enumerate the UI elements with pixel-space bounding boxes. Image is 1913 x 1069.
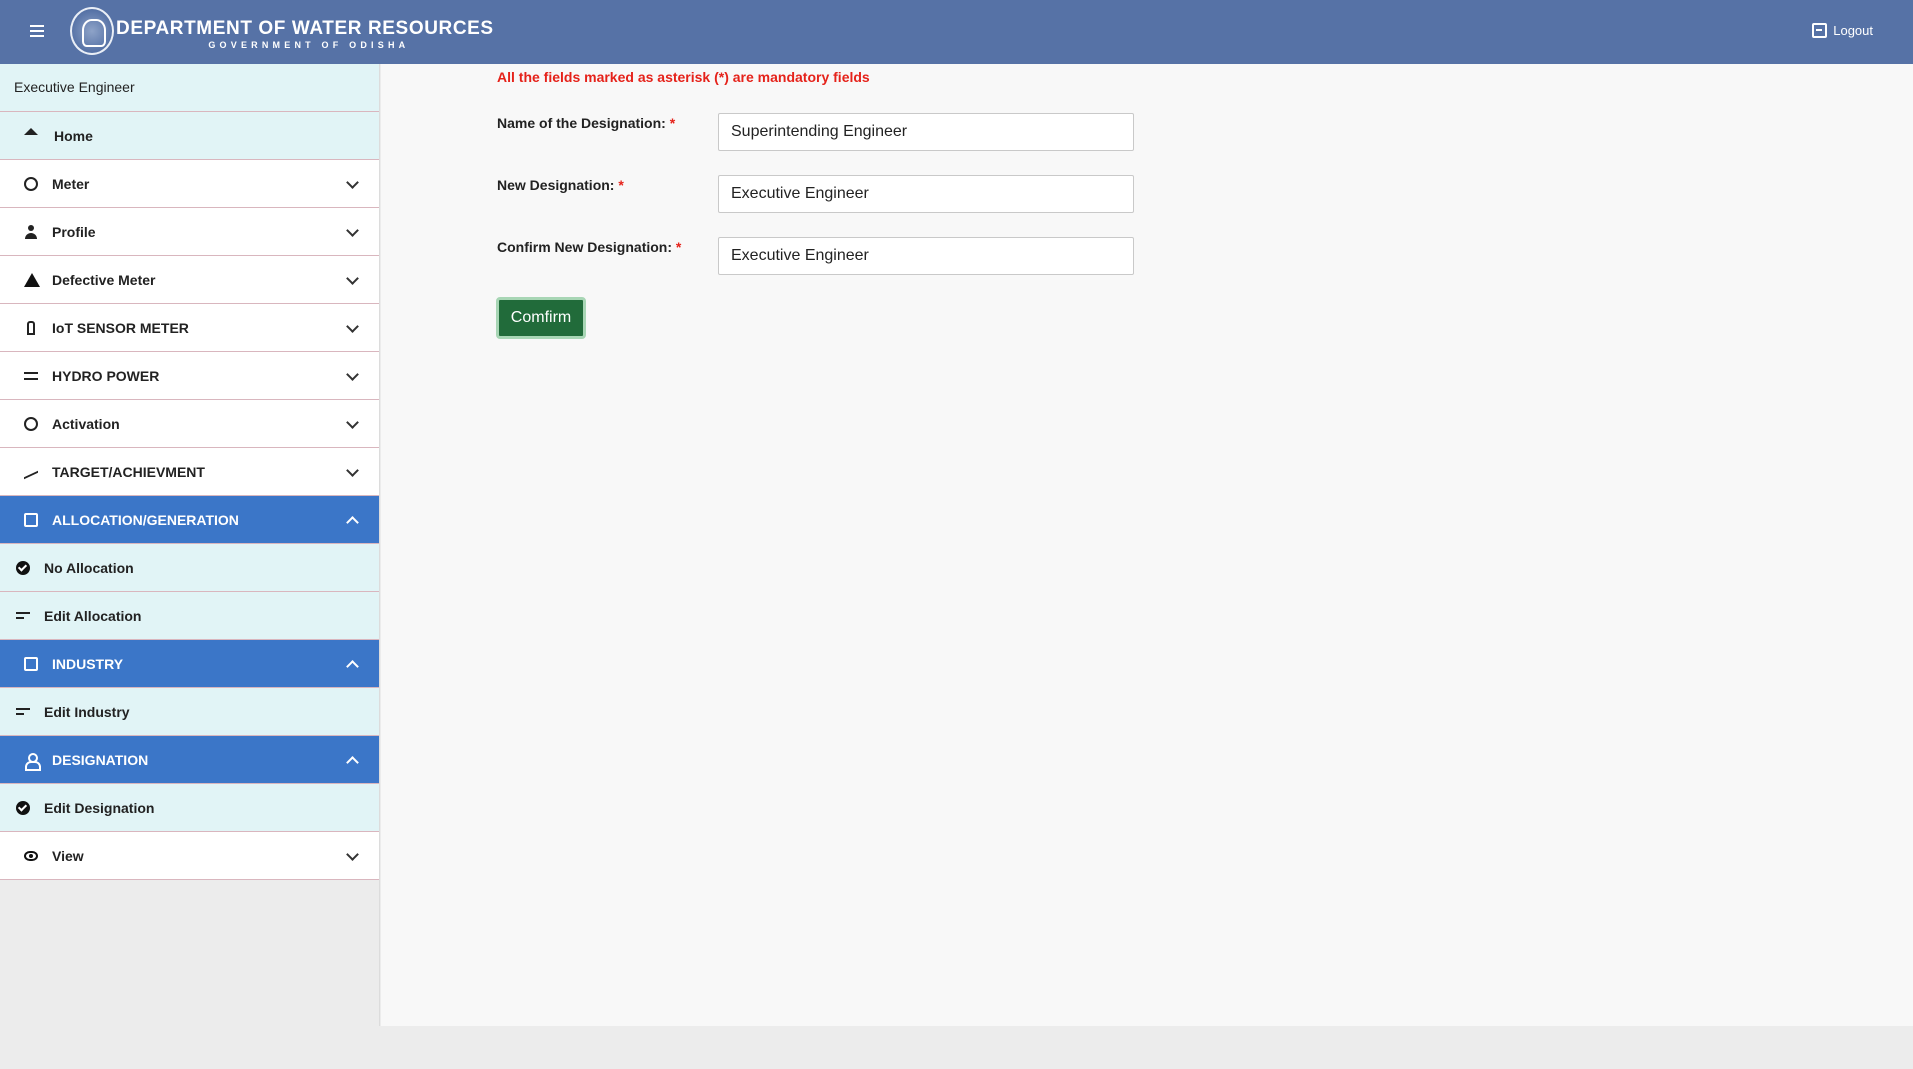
new-designation-label: New Designation: * — [497, 177, 624, 193]
field-label-text: New Designation: — [497, 177, 615, 193]
main-content: All the fields marked as asterisk (*) ar… — [381, 64, 1913, 1026]
sidebar-item-iot-sensor-meter[interactable]: IoT SENSOR METER — [0, 304, 379, 352]
sidebar-item-hydro-power[interactable]: HYDRO POWER — [0, 352, 379, 400]
person-outline-icon — [24, 753, 41, 771]
top-header: DEPARTMENT OF WATER RESOURCES GOVERNMENT… — [0, 0, 1913, 64]
eye-icon — [24, 851, 38, 861]
sidebar-item-activation[interactable]: Activation — [0, 400, 379, 448]
designation-name-label: Name of the Designation: * — [497, 115, 675, 131]
building-icon — [24, 657, 38, 671]
edit-note-icon — [16, 612, 30, 620]
sidebar-item-industry[interactable]: INDUSTRY — [0, 640, 379, 688]
sidebar-item-home[interactable]: Home — [0, 112, 379, 160]
chevron-up-icon — [346, 756, 359, 769]
waves-icon — [24, 372, 38, 380]
sidebar-item-defective-meter[interactable]: Defective Meter — [0, 256, 379, 304]
hamburger-menu-icon[interactable] — [28, 22, 50, 44]
sidebar-item-label: Edit Designation — [44, 799, 155, 816]
chevron-down-icon — [346, 464, 359, 477]
sidebar-item-label: Activation — [52, 415, 120, 432]
home-icon — [24, 128, 38, 135]
sidebar-item-edit-industry[interactable]: Edit Industry — [0, 688, 379, 736]
sidebar-item-label: Home — [54, 127, 93, 144]
page-footer-bar — [0, 1026, 1913, 1069]
app-subtitle: GOVERNMENT OF ODISHA — [208, 40, 410, 50]
chevron-up-icon — [346, 660, 359, 673]
edit-note-icon — [16, 708, 30, 716]
confirm-new-designation-label: Confirm New Designation: * — [497, 239, 681, 255]
sidebar-item-label: View — [52, 847, 84, 864]
sidebar-item-label: Meter — [52, 175, 90, 192]
meter-icon — [24, 177, 38, 191]
sidebar-item-meter[interactable]: Meter — [0, 160, 379, 208]
sidebar-item-label: DESIGNATION — [52, 751, 149, 768]
chevron-down-icon — [346, 368, 359, 381]
chevron-down-icon — [346, 320, 359, 333]
logout-button[interactable]: Logout — [1812, 23, 1873, 38]
sidebar-item-label: IoT SENSOR METER — [52, 319, 189, 336]
check-circle-icon — [16, 801, 30, 815]
sidebar-item-profile[interactable]: Profile — [0, 208, 379, 256]
check-circle-icon — [16, 561, 30, 575]
sensor-icon — [27, 321, 35, 335]
chevron-down-icon — [346, 272, 359, 285]
sidebar-item-label: No Allocation — [44, 559, 134, 576]
required-asterisk: * — [675, 239, 682, 255]
mandatory-fields-note: All the fields marked as asterisk (*) ar… — [497, 69, 870, 85]
required-asterisk: * — [669, 115, 676, 131]
field-label-text: Name of the Designation: — [497, 115, 666, 131]
allocation-icon — [24, 513, 38, 527]
chevron-up-icon — [346, 516, 359, 529]
user-role-label: Executive Engineer — [0, 64, 379, 112]
chevron-down-icon — [346, 416, 359, 429]
sidebar-item-label: HYDRO POWER — [52, 367, 160, 384]
refresh-icon — [24, 417, 38, 431]
field-label-text: Confirm New Designation: — [497, 239, 673, 255]
sidebar-item-label: INDUSTRY — [52, 655, 124, 672]
sidebar-item-designation[interactable]: DESIGNATION — [0, 736, 379, 784]
required-asterisk: * — [618, 177, 624, 193]
chevron-down-icon — [346, 176, 359, 189]
sidebar-item-target-achievment[interactable]: TARGET/ACHIEVMENT — [0, 448, 379, 496]
chevron-down-icon — [346, 224, 359, 237]
sidebar-item-label: ALLOCATION/GENERATION — [52, 511, 239, 528]
sidebar-item-no-allocation[interactable]: No Allocation — [0, 544, 379, 592]
sidebar-item-label: TARGET/ACHIEVMENT — [52, 463, 205, 480]
app-title: DEPARTMENT OF WATER RESOURCES — [116, 18, 494, 39]
chevron-down-icon — [346, 848, 359, 861]
sidebar-item-allocation-generation[interactable]: ALLOCATION/GENERATION — [0, 496, 379, 544]
sidebar-item-edit-allocation[interactable]: Edit Allocation — [0, 592, 379, 640]
brand-title-block: DEPARTMENT OF WATER RESOURCES GOVERNMENT… — [116, 18, 494, 50]
sidebar-item-label: Edit Industry — [44, 703, 130, 720]
sidebar-item-label: Defective Meter — [52, 271, 156, 288]
new-designation-input[interactable] — [718, 175, 1134, 213]
person-icon — [24, 225, 38, 239]
designation-name-input[interactable] — [718, 113, 1134, 151]
confirm-button[interactable]: Comfirm — [496, 297, 586, 339]
confirm-new-designation-input[interactable] — [718, 237, 1134, 275]
logout-icon — [1812, 23, 1828, 38]
government-seal-logo — [70, 7, 114, 55]
sidebar-item-view[interactable]: View — [0, 832, 379, 880]
sidebar-item-label: Edit Allocation — [44, 607, 142, 624]
sidebar-item-label: Profile — [52, 223, 96, 240]
sidebar: Executive Engineer Home Meter Profile De… — [0, 64, 380, 1026]
warning-icon — [24, 273, 40, 287]
trending-icon — [24, 464, 38, 480]
logout-label: Logout — [1833, 23, 1873, 38]
sidebar-item-edit-designation[interactable]: Edit Designation — [0, 784, 379, 832]
